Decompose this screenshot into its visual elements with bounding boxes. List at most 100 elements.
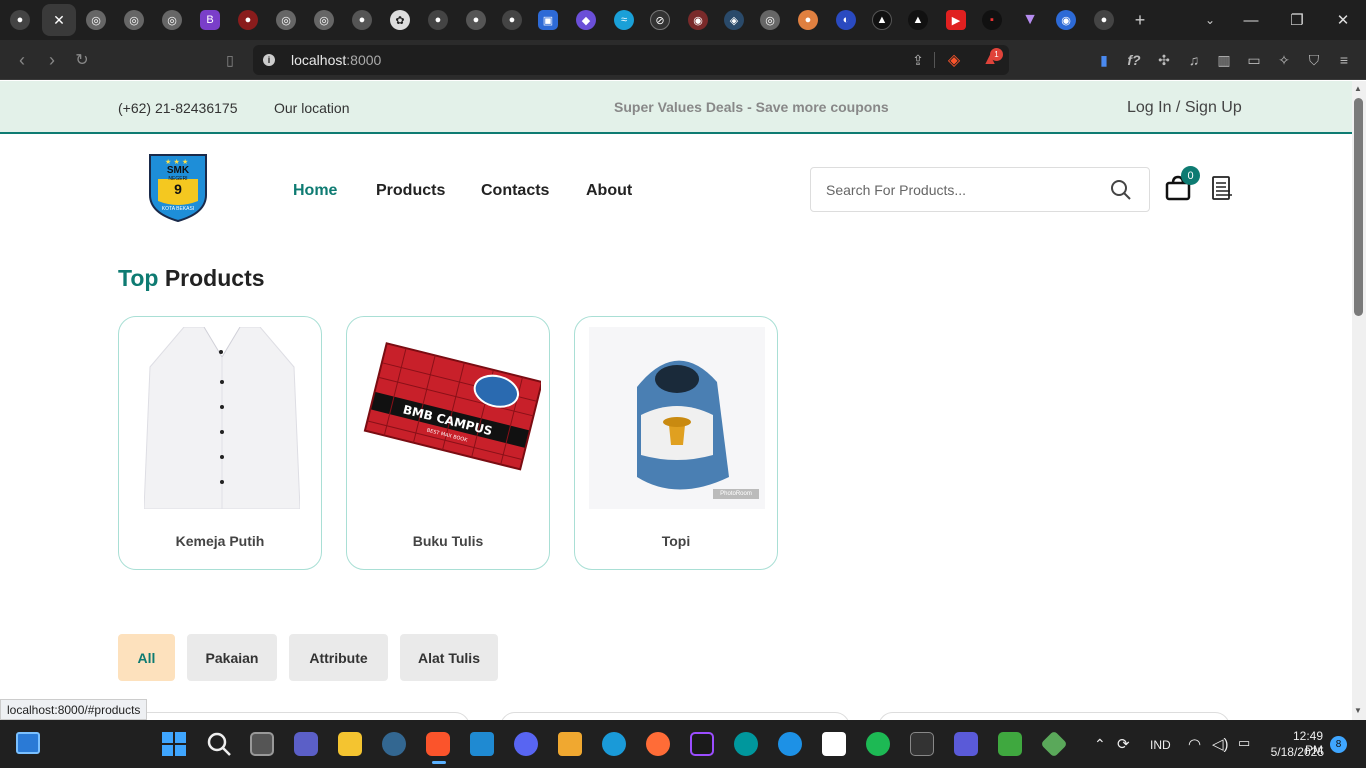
school-logo[interactable]: ★ ★ ★ SMK NEGERI 9 KOTA BEKASI <box>148 151 208 223</box>
terminal-icon[interactable] <box>910 732 934 756</box>
tab-icon[interactable]: ◈ <box>724 10 744 30</box>
globe-tab-icon[interactable]: ◎ <box>276 10 296 30</box>
extension-icon[interactable]: ▮ <box>1094 50 1114 70</box>
github-tab-icon[interactable]: ● <box>502 10 522 30</box>
bootstrap-tab-icon[interactable]: B <box>200 10 220 30</box>
location-link[interactable]: Our location <box>274 100 349 116</box>
filter-attribute-button[interactable]: Attribute <box>289 634 388 681</box>
notion-icon[interactable] <box>822 732 846 756</box>
language-indicator[interactable]: IND <box>1150 738 1171 752</box>
vscode-icon[interactable] <box>470 732 494 756</box>
tray-chevron-icon[interactable]: ⌃ <box>1094 736 1106 753</box>
globe-tab-icon[interactable]: ◎ <box>760 10 780 30</box>
postgresql-icon[interactable] <box>382 732 406 756</box>
tab-icon[interactable]: ▪ <box>982 10 1002 30</box>
restore-button[interactable]: ❐ <box>1274 0 1320 40</box>
info-icon[interactable]: i <box>263 54 275 66</box>
search-icon[interactable] <box>1110 179 1132 206</box>
github-tab-icon[interactable]: ● <box>10 10 30 30</box>
login-signup-link[interactable]: Log In / Sign Up <box>1127 99 1242 117</box>
edge-icon[interactable] <box>602 732 626 756</box>
task-view-icon[interactable] <box>250 732 274 756</box>
nav-contacts[interactable]: Contacts <box>481 182 549 200</box>
github-tab-icon[interactable]: ● <box>428 10 448 30</box>
music-icon[interactable]: ♫ <box>1184 50 1204 70</box>
postman-icon[interactable] <box>646 732 670 756</box>
vite-tab-icon[interactable]: ▼ <box>1020 10 1040 30</box>
filter-all-button[interactable]: All <box>118 634 175 681</box>
tab-icon[interactable]: ● <box>466 10 486 30</box>
share-icon[interactable]: ⇪ <box>908 50 928 70</box>
tab-icon[interactable]: ◉ <box>1056 10 1076 30</box>
close-window-button[interactable]: ✕ <box>1320 0 1366 40</box>
globe-tab-icon[interactable]: ◎ <box>162 10 182 30</box>
fonts-extension-icon[interactable]: f? <box>1124 50 1144 70</box>
teams-icon[interactable] <box>294 732 318 756</box>
product-card[interactable]: Kemeja Putih <box>118 316 322 570</box>
tab-icon[interactable]: ◉ <box>688 10 708 30</box>
widgets-icon[interactable] <box>16 732 40 754</box>
product-card[interactable]: PhotoRoom Topi <box>574 316 778 570</box>
filter-alat-tulis-button[interactable]: Alat Tulis <box>400 634 498 681</box>
back-icon[interactable]: ‹ <box>12 50 32 70</box>
close-tab-icon[interactable]: ✕ <box>49 10 69 30</box>
vpn-icon[interactable]: ⛉ <box>1304 50 1324 70</box>
tailwind-tab-icon[interactable]: ≈ <box>614 10 634 30</box>
tab-icon[interactable]: ● <box>352 10 372 30</box>
app-icon[interactable] <box>998 732 1022 756</box>
globe-tab-icon[interactable]: ◎ <box>86 10 106 30</box>
leo-icon[interactable]: ✧ <box>1274 50 1294 70</box>
nav-about[interactable]: About <box>586 182 632 200</box>
bookmark-icon[interactable]: ▯ <box>220 50 240 70</box>
puzzle-icon[interactable]: ✣ <box>1154 50 1174 70</box>
nav-products[interactable]: Products <box>376 182 445 200</box>
globe-tab-icon[interactable]: ◎ <box>124 10 144 30</box>
minimize-button[interactable]: — <box>1228 0 1274 40</box>
tab-icon[interactable]: ● <box>238 10 258 30</box>
spotify-icon[interactable] <box>866 732 890 756</box>
clock-date[interactable]: 5/18/2025 <box>1268 745 1324 759</box>
vercel-tab-icon[interactable]: ▲ <box>908 10 928 30</box>
scroll-down-arrow[interactable]: ▼ <box>1354 706 1362 715</box>
discord-icon[interactable] <box>514 732 538 756</box>
youtube-tab-icon[interactable]: ▶ <box>946 10 966 30</box>
sidebar-icon[interactable]: ▥ <box>1214 50 1234 70</box>
sync-icon[interactable]: ⟳ <box>1117 735 1130 753</box>
orders-icon[interactable] <box>1210 175 1234 206</box>
brave-shield-icon[interactable]: ◈ <box>944 50 964 70</box>
wallet-icon[interactable]: ▭ <box>1244 50 1264 70</box>
menu-icon[interactable]: ≡ <box>1334 50 1354 70</box>
wifi-icon[interactable]: ◠ <box>1188 735 1201 753</box>
file-explorer-icon[interactable] <box>338 732 362 756</box>
arduino-icon[interactable] <box>734 732 758 756</box>
filter-pakaian-button[interactable]: Pakaian <box>187 634 277 681</box>
github-tab-icon[interactable]: ● <box>1094 10 1114 30</box>
chevron-down-icon[interactable]: ⌄ <box>1200 10 1220 30</box>
reload-icon[interactable]: ↻ <box>72 50 92 70</box>
goland-icon[interactable] <box>690 732 714 756</box>
globe-tab-icon[interactable]: ◎ <box>314 10 334 30</box>
docker-icon[interactable] <box>778 732 802 756</box>
notification-badge[interactable]: 8 <box>1330 736 1347 753</box>
battery-icon[interactable]: ▭ <box>1238 735 1250 751</box>
tab-icon[interactable]: ▣ <box>538 10 558 30</box>
brave-icon[interactable] <box>426 732 450 756</box>
search-taskbar-icon[interactable] <box>206 731 232 762</box>
url-text[interactable]: localhost:8000 <box>291 52 381 68</box>
vercel-tab-icon[interactable]: ▲ <box>872 10 892 30</box>
volume-icon[interactable]: ◁) <box>1212 735 1229 753</box>
start-icon[interactable] <box>162 732 186 756</box>
openai-tab-icon[interactable]: ✿ <box>390 10 410 30</box>
nav-home[interactable]: Home <box>293 182 337 200</box>
app-icon[interactable] <box>954 732 978 756</box>
tab-icon[interactable]: ● <box>798 10 818 30</box>
tab-icon[interactable]: ⊘ <box>650 10 670 30</box>
app-icon[interactable] <box>558 732 582 756</box>
scrollbar-thumb[interactable] <box>1354 98 1363 316</box>
tab-icon[interactable]: ◆ <box>576 10 596 30</box>
scroll-up-arrow[interactable]: ▲ <box>1354 84 1362 93</box>
forward-icon[interactable]: › <box>42 50 62 70</box>
new-tab-icon[interactable]: + <box>1130 10 1150 30</box>
tab-icon[interactable]: ◐ <box>836 10 856 30</box>
product-card[interactable]: BMB CAMPUS BEST MAX BOOK Buku Tulis <box>346 316 550 570</box>
